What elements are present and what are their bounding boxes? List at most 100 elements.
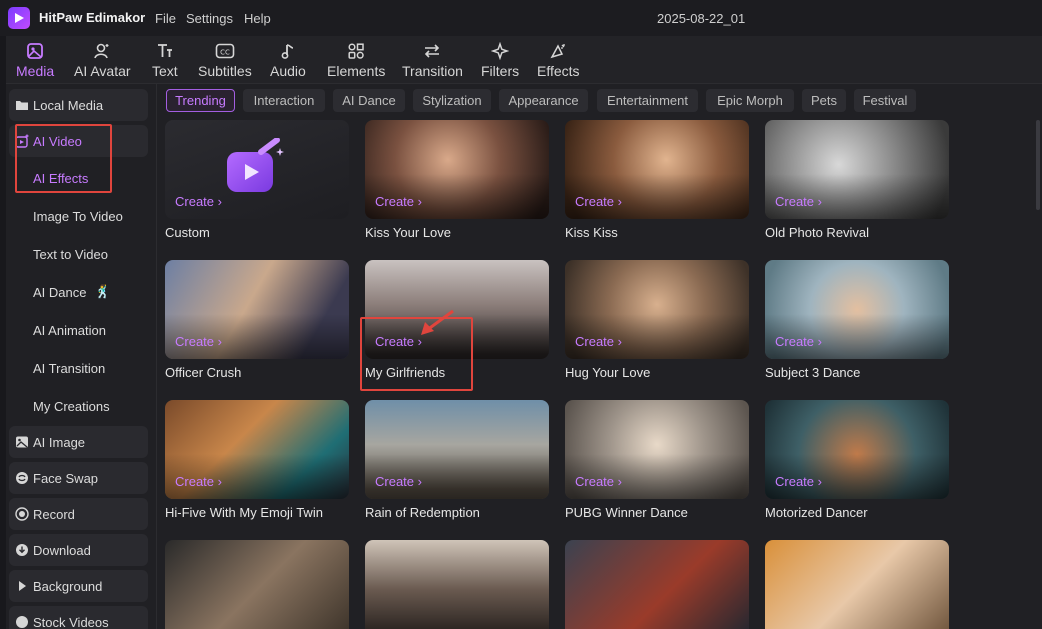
tag-stylization[interactable]: Stylization (413, 89, 491, 112)
sidebar-item-image-to-video[interactable]: Image To Video (9, 200, 148, 232)
sidebar-item-label: AI Video (33, 133, 82, 149)
card-thumbnail[interactable]: Create › (765, 120, 949, 219)
tool-subtitles[interactable]: CC Subtitles (198, 38, 252, 79)
effect-card-kiss-kiss[interactable]: Create › Kiss Kiss (565, 120, 749, 240)
create-link[interactable]: Create › (375, 194, 422, 209)
folder-icon (15, 98, 29, 112)
card-thumbnail[interactable]: Create › (565, 120, 749, 219)
card-thumbnail[interactable]: Create › (765, 400, 949, 499)
sidebar-item-label: My Creations (33, 398, 110, 414)
card-thumbnail[interactable]: Create › (365, 120, 549, 219)
create-link[interactable]: Create › (375, 474, 422, 489)
effect-card-motorized-dancer[interactable]: Create › Motorized Dancer (765, 400, 949, 520)
effect-card-pubg-winner-dance[interactable]: Create › PUBG Winner Dance (565, 400, 749, 520)
create-link[interactable]: Create › (575, 194, 622, 209)
tool-elements[interactable]: Elements (327, 38, 385, 79)
create-link[interactable]: Create › (375, 334, 422, 349)
sidebar-item-ai-video[interactable]: AI Video (9, 125, 148, 157)
tool-filters[interactable]: Filters (481, 38, 519, 79)
sidebar-item-background[interactable]: Background (9, 570, 148, 602)
menu-help[interactable]: Help (244, 11, 271, 26)
sidebar-item-download[interactable]: Download (9, 534, 148, 566)
effect-card-row4-4[interactable] (765, 540, 949, 629)
sidebar-item-stock-videos[interactable]: Stock Videos (9, 606, 148, 629)
effect-card-my-girlfriends[interactable]: Create › My Girlfriends (365, 260, 549, 380)
sidebar-item-local-media[interactable]: Local Media (9, 89, 148, 121)
effect-card-kiss-your-love[interactable]: Create › Kiss Your Love (365, 120, 549, 240)
tool-label: Text (152, 63, 178, 79)
card-thumbnail[interactable] (565, 540, 749, 629)
sidebar-item-ai-animation[interactable]: AI Animation (9, 314, 148, 346)
effect-card-row4-1[interactable] (165, 540, 349, 629)
card-thumbnail[interactable] (365, 540, 549, 629)
create-link[interactable]: Create › (575, 474, 622, 489)
sidebar-item-record[interactable]: Record (9, 498, 148, 530)
tool-media[interactable]: Media (16, 38, 54, 79)
card-thumbnail[interactable] (765, 540, 949, 629)
card-thumbnail[interactable]: Create › (165, 400, 349, 499)
tool-label: AI Avatar (74, 63, 131, 79)
sidebar-item-ai-transition[interactable]: AI Transition (9, 352, 148, 384)
tool-ai-avatar[interactable]: AI Avatar (74, 38, 131, 79)
create-link[interactable]: Create › (175, 194, 222, 209)
tag-festival[interactable]: Festival (854, 89, 916, 112)
media-icon (26, 38, 44, 60)
effect-card-subject-3-dance[interactable]: Create › Subject 3 Dance (765, 260, 949, 380)
tag-pets[interactable]: Pets (802, 89, 846, 112)
tag-epic-morph[interactable]: Epic Morph (706, 89, 794, 112)
create-link[interactable]: Create › (175, 334, 222, 349)
content-scrollbar[interactable] (1036, 120, 1040, 210)
sidebar-item-ai-dance[interactable]: AI Dance 🕺 (9, 276, 148, 308)
sidebar-item-label: Face Swap (33, 470, 99, 486)
tool-text[interactable]: Text (152, 38, 178, 79)
card-thumbnail[interactable]: Create › (765, 260, 949, 359)
text-icon (156, 38, 174, 60)
card-title: Custom (165, 225, 210, 240)
create-link[interactable]: Create › (775, 334, 822, 349)
tool-label: Audio (270, 63, 306, 79)
effect-card-old-photo-revival[interactable]: Create › Old Photo Revival (765, 120, 949, 240)
create-link[interactable]: Create › (775, 194, 822, 209)
annotation-arrow-icon (421, 309, 454, 335)
menu-file[interactable]: File (155, 11, 176, 26)
card-thumbnail[interactable]: Create › (365, 400, 549, 499)
sidebar-item-ai-effects[interactable]: AI Effects (9, 162, 148, 194)
effect-card-custom[interactable]: Create › Custom (165, 120, 349, 240)
tag-interaction[interactable]: Interaction (243, 89, 325, 112)
tag-ai-dance[interactable]: AI Dance (333, 89, 405, 112)
tool-label: Media (16, 63, 55, 79)
effect-card-row4-3[interactable] (565, 540, 749, 629)
effect-card-officer-crush[interactable]: Create › Officer Crush (165, 260, 349, 380)
tag-entertainment[interactable]: Entertainment (597, 89, 698, 112)
sidebar-item-my-creations[interactable]: My Creations (9, 390, 148, 422)
app-name: HitPaw Edimakor (39, 10, 146, 25)
stock-icon (15, 615, 29, 629)
sidebar-item-ai-image[interactable]: AI Image (9, 426, 148, 458)
title-bar: HitPaw Edimakor File Settings Help 2025-… (0, 0, 1042, 36)
sidebar-item-face-swap[interactable]: Face Swap (9, 462, 148, 494)
tool-audio[interactable]: Audio (270, 38, 306, 79)
effects-icon (549, 38, 567, 60)
card-thumbnail[interactable]: Create › (365, 260, 549, 359)
tool-transition[interactable]: Transition (402, 38, 463, 79)
effect-card-hug-your-love[interactable]: Create › Hug Your Love (565, 260, 749, 380)
card-thumbnail[interactable] (165, 540, 349, 629)
effect-card-rain-of-redemption[interactable]: Create › Rain of Redemption (365, 400, 549, 520)
menu-settings[interactable]: Settings (186, 11, 233, 26)
create-link[interactable]: Create › (175, 474, 222, 489)
card-thumbnail[interactable]: Create › (565, 260, 749, 359)
sidebar-item-text-to-video[interactable]: Text to Video (9, 238, 148, 270)
tag-trending[interactable]: Trending (166, 89, 235, 112)
card-thumbnail[interactable]: Create › (165, 260, 349, 359)
card-title: Kiss Kiss (565, 225, 618, 240)
tag-appearance[interactable]: Appearance (499, 89, 588, 112)
effect-card-hi-five-with-my-emoji-twin[interactable]: Create › Hi-Five With My Emoji Twin (165, 400, 349, 520)
card-thumbnail[interactable]: Create › (165, 120, 349, 219)
card-thumbnail[interactable]: Create › (565, 400, 749, 499)
tool-effects[interactable]: Effects (537, 38, 580, 79)
effect-card-row4-2[interactable] (365, 540, 549, 629)
create-link[interactable]: Create › (775, 474, 822, 489)
dancer-emoji-icon: 🕺 (94, 284, 111, 299)
create-link[interactable]: Create › (575, 334, 622, 349)
play-triangle-icon (15, 579, 29, 593)
